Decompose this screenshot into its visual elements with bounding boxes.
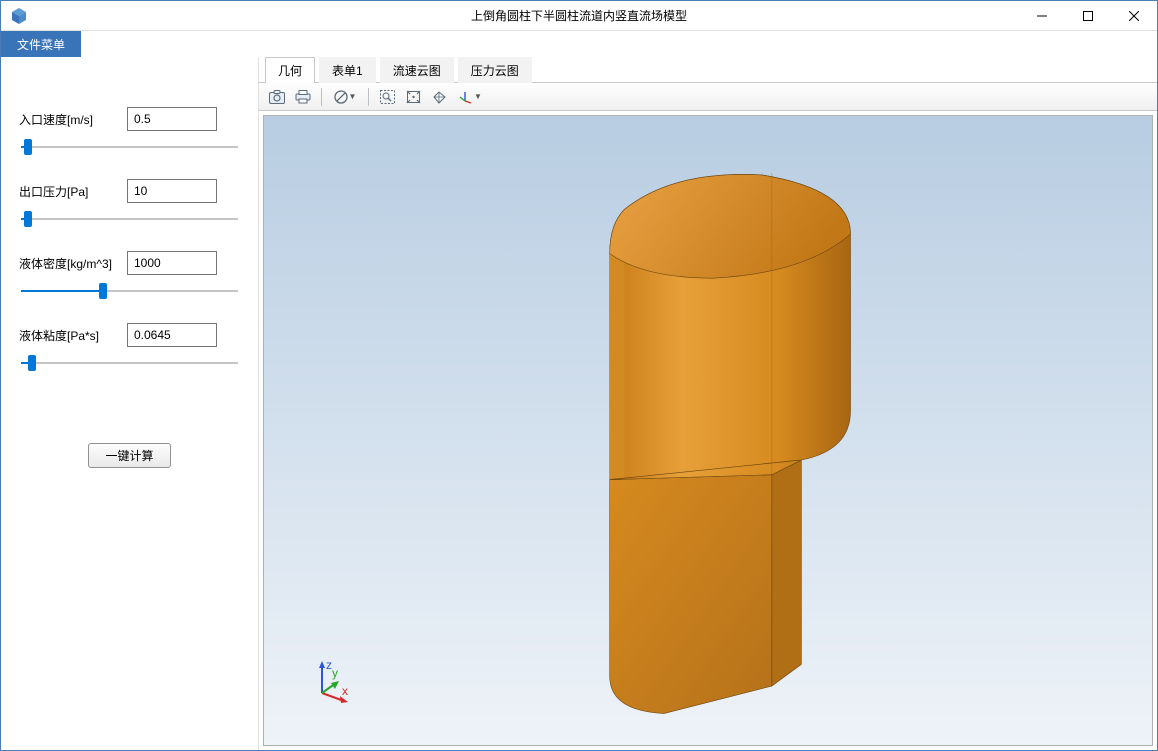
close-button[interactable] (1111, 1, 1157, 30)
content-area: 几何 表单1 流速云图 压力云图 ▼ (259, 57, 1157, 750)
field-inlet-velocity: 入口速度[m/s] (19, 107, 240, 131)
compute-button[interactable]: 一键计算 (88, 443, 170, 468)
file-menu[interactable]: 文件菜单 (1, 31, 81, 57)
app-icon (9, 6, 29, 26)
window-controls (1019, 1, 1157, 30)
screenshot-button[interactable] (265, 86, 289, 108)
viewport-3d[interactable]: z x y (263, 115, 1153, 746)
outlet-pressure-slider[interactable] (19, 209, 240, 229)
sidebar: 入口速度[m/s] 出口压力[Pa] 液体密度[kg/m^3] 液体粘度[Pa*… (1, 57, 259, 750)
inlet-velocity-input[interactable] (127, 107, 217, 131)
main-area: 入口速度[m/s] 出口压力[Pa] 液体密度[kg/m^3] 液体粘度[Pa*… (1, 57, 1157, 750)
window-title: 上倒角圆柱下半圆柱流道内竖直流场模型 (471, 7, 687, 24)
zoom-extents-button[interactable] (401, 86, 425, 108)
tab-pressure-cloud[interactable]: 压力云图 (458, 57, 532, 83)
print-button[interactable] (291, 86, 315, 108)
axis-x-label: x (342, 684, 348, 698)
minimize-button[interactable] (1019, 1, 1065, 30)
toolbar-separator (368, 88, 369, 106)
viscosity-input[interactable] (127, 323, 217, 347)
tabs: 几何 表单1 流速云图 压力云图 (259, 57, 1157, 83)
density-slider[interactable] (19, 281, 240, 301)
viewport-toolbar: ▼ ▼ (259, 83, 1157, 111)
viscosity-slider[interactable] (19, 353, 240, 373)
maximize-button[interactable] (1065, 1, 1111, 30)
tab-form1[interactable]: 表单1 (319, 57, 376, 83)
outlet-pressure-input[interactable] (127, 179, 217, 203)
chevron-down-icon: ▼ (474, 92, 482, 101)
field-outlet-pressure: 出口压力[Pa] (19, 179, 240, 203)
axis-indicator: z x y (308, 659, 354, 705)
field-viscosity: 液体粘度[Pa*s] (19, 323, 240, 347)
field-label: 出口压力[Pa] (19, 183, 127, 200)
clear-button[interactable]: ▼ (328, 86, 362, 108)
density-input[interactable] (127, 251, 217, 275)
inlet-velocity-slider[interactable] (19, 137, 240, 157)
titlebar: 上倒角圆柱下半圆柱流道内竖直流场模型 (1, 1, 1157, 31)
toolbar-separator (321, 88, 322, 106)
zoom-selection-button[interactable] (427, 86, 451, 108)
tab-geometry[interactable]: 几何 (265, 57, 315, 83)
axis-orientation-button[interactable]: ▼ (453, 86, 487, 108)
field-label: 入口速度[m/s] (19, 111, 127, 128)
chevron-down-icon: ▼ (349, 92, 357, 101)
field-density: 液体密度[kg/m^3] (19, 251, 240, 275)
model-3d (264, 116, 1152, 745)
axis-y-label: y (332, 666, 338, 680)
field-label: 液体粘度[Pa*s] (19, 327, 127, 344)
zoom-box-button[interactable] (375, 86, 399, 108)
field-label: 液体密度[kg/m^3] (19, 255, 127, 272)
tab-velocity-cloud[interactable]: 流速云图 (380, 57, 454, 83)
menubar: 文件菜单 (1, 31, 1157, 57)
